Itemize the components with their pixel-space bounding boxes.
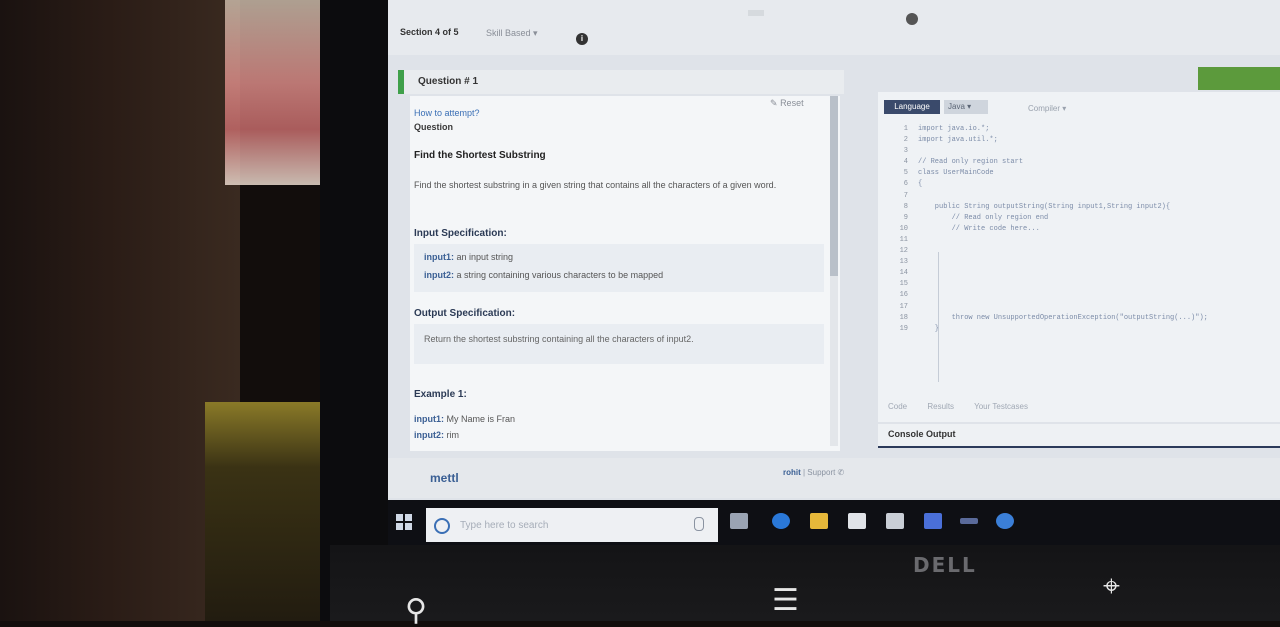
edge-browser-icon[interactable] [772, 513, 790, 529]
taskbar-search-box[interactable]: Type here to search [426, 508, 718, 542]
indent-guide [938, 252, 939, 382]
monitor-bezel-bottom [330, 545, 1280, 621]
console-label: Console Output [888, 429, 956, 439]
windows-start-icon[interactable] [396, 514, 412, 530]
reset-button[interactable]: ✎ Reset [770, 98, 804, 109]
reset-icon: ✎ [770, 98, 778, 108]
timer-icon[interactable] [906, 13, 918, 25]
tab-testcases[interactable]: Your Testcases [974, 402, 1028, 411]
footer-logo: mettl [430, 471, 459, 485]
app-footer: mettl rohit | Support ✆ [388, 458, 1280, 498]
teams-icon[interactable] [924, 513, 942, 529]
question-label: Question [414, 122, 454, 132]
windows-taskbar: Type here to search [388, 500, 1280, 545]
monitor-screen: Section 4 of 5 Skill Based ▾ i Question … [388, 0, 1280, 545]
example-heading: Example 1: [414, 389, 467, 400]
input2-spec: input2: a string containing various char… [424, 270, 664, 280]
output-spec-box: Return the shortest substring containing… [414, 324, 824, 364]
language-select[interactable]: Java ▾ [944, 100, 988, 114]
question-number: Question # 1 [418, 76, 479, 87]
cortana-icon [434, 518, 450, 534]
file-explorer-icon[interactable] [810, 513, 828, 529]
example-input1: input1: My Name is Fran [414, 414, 516, 424]
timer-display [748, 10, 764, 16]
input1-spec: input1: an input string [424, 252, 514, 262]
mail-icon[interactable] [886, 513, 904, 529]
input-spec-box: input1: an input string input2: a string… [414, 244, 824, 292]
store-icon[interactable] [848, 513, 866, 529]
microphone-icon[interactable] [694, 517, 704, 531]
tab-code[interactable]: Code [888, 402, 907, 411]
question-text: Find the shortest substring in a given s… [414, 180, 777, 190]
chrome-icon[interactable] [996, 513, 1014, 529]
section-select[interactable]: Skill Based ▾ [486, 28, 538, 39]
question-title-bar: Question # 1 [398, 70, 844, 94]
output-spec-heading: Output Specification: [414, 308, 516, 319]
input-spec-heading: Input Specification: [414, 228, 507, 239]
background-curtain [225, 0, 325, 185]
background-room [0, 0, 240, 621]
question-panel: ✎ Reset How to attempt? Question Find th… [410, 96, 840, 451]
task-view-icon[interactable] [730, 513, 748, 529]
code-content[interactable]: import java.io.*; import java.util.*; //… [918, 124, 1278, 335]
tab-results[interactable]: Results [927, 402, 954, 411]
output-spec: Return the shortest substring containing… [424, 334, 694, 344]
compiler-select[interactable]: Compiler ▾ [1028, 104, 1066, 113]
example-input2: input2: rim [414, 430, 459, 440]
search-placeholder: Type here to search [460, 520, 549, 531]
how-to-attempt-link[interactable]: How to attempt? [414, 108, 480, 118]
editor-tabs: Code Results Your Testcases [888, 402, 1046, 411]
background-box [205, 402, 325, 621]
lens-scan-icon[interactable]: ⌖ [1103, 572, 1120, 602]
console-output[interactable]: Console Output [878, 424, 1280, 448]
adjust-icon[interactable]: ☰ [772, 586, 799, 616]
monitor-brand-logo: DELL [913, 553, 977, 577]
app-header: Section 4 of 5 Skill Based ▾ i [388, 0, 1280, 55]
code-editor[interactable]: Language Java ▾ Compiler ▾ 1 2 3 4 5 6 7… [878, 92, 1280, 422]
submit-button[interactable] [1198, 67, 1280, 90]
taskbar-app-icon[interactable] [960, 518, 978, 524]
line-numbers: 1 2 3 4 5 6 7 8 9 10 11 12 13 14 15 16 1… [899, 125, 908, 333]
phone-icon: ✆ [837, 468, 845, 477]
info-icon[interactable]: i [576, 33, 588, 45]
question-title: Find the Shortest Substring [414, 150, 546, 161]
language-button[interactable]: Language [884, 100, 940, 114]
section-label: Section 4 of 5 [400, 27, 459, 37]
question-scrollbar[interactable] [830, 96, 838, 276]
footer-user-info: rohit | Support ✆ [783, 468, 845, 477]
share-icon[interactable]: ⚲ [405, 596, 427, 626]
